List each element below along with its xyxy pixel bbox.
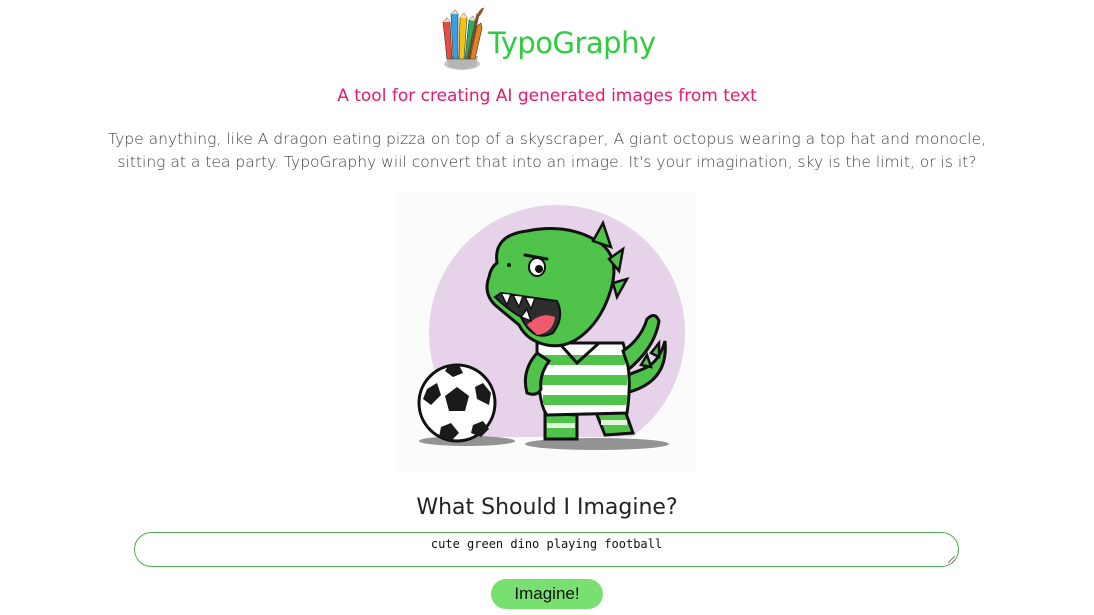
page: TypoGraphy A tool for creating AI genera… bbox=[0, 0, 1094, 615]
generated-image bbox=[397, 193, 697, 471]
prompt-input[interactable] bbox=[134, 532, 959, 567]
intro-line-2: sitting at a tea party. TypoGraphy wiil … bbox=[117, 153, 977, 171]
app-title: TypoGraphy bbox=[488, 26, 656, 60]
pencils-and-brush-icon bbox=[442, 7, 484, 70]
imagine-button[interactable]: Imagine! bbox=[491, 579, 603, 609]
intro-text: Type anything, like A dragon eating pizz… bbox=[80, 128, 1014, 174]
resize-handle-icon[interactable] bbox=[947, 555, 956, 564]
intro-line-1: Type anything, like A dragon eating pizz… bbox=[108, 130, 986, 148]
prompt-heading: What Should I Imagine? bbox=[416, 495, 678, 520]
logo[interactable]: TypoGraphy bbox=[438, 4, 656, 74]
dino-playing-football-illustration bbox=[397, 205, 697, 471]
tagline: A tool for creating AI generated images … bbox=[337, 86, 757, 106]
